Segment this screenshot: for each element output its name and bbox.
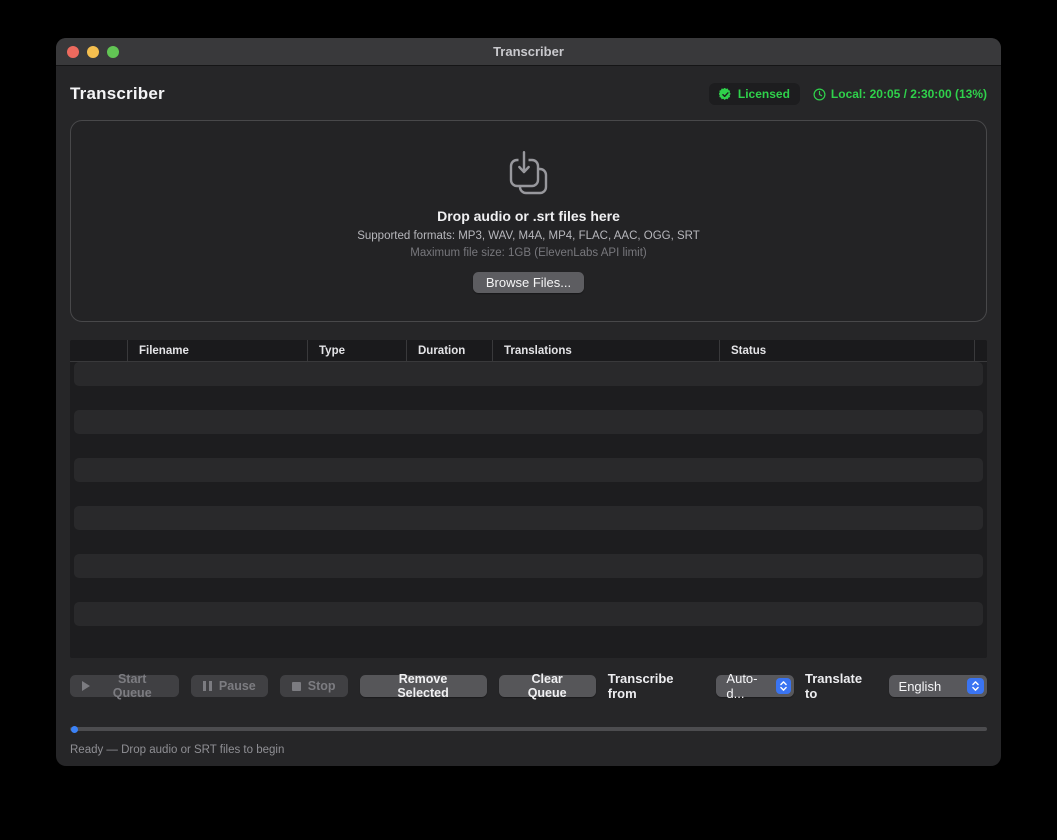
stop-button[interactable]: Stop bbox=[280, 675, 348, 697]
drop-zone-title: Drop audio or .srt files here bbox=[437, 208, 620, 224]
title-bar[interactable]: Transcriber bbox=[56, 38, 1001, 66]
start-queue-label: Start Queue bbox=[97, 672, 167, 700]
supported-formats-text: Supported formats: MP3, WAV, M4A, MP4, F… bbox=[357, 230, 700, 242]
license-badge-label: Licensed bbox=[738, 87, 790, 101]
table-row[interactable] bbox=[74, 530, 983, 554]
pause-button[interactable]: Pause bbox=[191, 675, 267, 697]
table-row[interactable] bbox=[74, 410, 983, 434]
table-row[interactable] bbox=[74, 482, 983, 506]
table-body bbox=[70, 362, 987, 658]
page-title: Transcriber bbox=[70, 84, 165, 104]
stop-icon bbox=[292, 682, 301, 691]
pause-label: Pause bbox=[219, 679, 256, 693]
table-header: Filename Type Duration Translations Stat… bbox=[70, 340, 987, 362]
table-row[interactable] bbox=[74, 554, 983, 578]
clock-icon bbox=[813, 88, 826, 101]
license-badge: Licensed bbox=[709, 83, 800, 105]
transcribe-from-label: Transcribe from bbox=[608, 671, 706, 701]
max-file-size-text: Maximum file size: 1GB (ElevenLabs API l… bbox=[410, 247, 646, 259]
status-bar: Ready — Drop audio or SRT files to begin bbox=[70, 744, 987, 756]
stop-label: Stop bbox=[308, 679, 336, 693]
column-header-type[interactable]: Type bbox=[308, 340, 407, 361]
app-header: Transcriber Licensed Local: 20:05 / 2:30… bbox=[70, 80, 987, 108]
table-row[interactable] bbox=[74, 602, 983, 626]
column-header-filename[interactable]: Filename bbox=[128, 340, 308, 361]
translate-to-select[interactable]: English bbox=[889, 675, 987, 697]
queue-table: Filename Type Duration Translations Stat… bbox=[70, 340, 987, 658]
table-row[interactable] bbox=[74, 386, 983, 410]
table-row[interactable] bbox=[74, 626, 983, 650]
file-drop-zone[interactable]: Drop audio or .srt files here Supported … bbox=[70, 120, 987, 322]
browse-files-button[interactable]: Browse Files... bbox=[473, 272, 584, 293]
column-header-translations[interactable]: Translations bbox=[493, 340, 720, 361]
popup-chevrons-icon bbox=[776, 678, 791, 694]
table-row[interactable] bbox=[74, 506, 983, 530]
translate-to-label: Translate to bbox=[805, 671, 878, 701]
popup-chevrons-icon bbox=[967, 678, 984, 694]
usage-indicator: Local: 20:05 / 2:30:00 (13%) bbox=[813, 87, 987, 101]
translate-to-value: English bbox=[899, 679, 942, 694]
pause-icon bbox=[203, 681, 212, 691]
window-title: Transcriber bbox=[56, 44, 1001, 59]
checkmark-seal-icon bbox=[719, 88, 732, 101]
play-icon bbox=[82, 681, 90, 691]
table-row[interactable] bbox=[74, 434, 983, 458]
start-queue-button[interactable]: Start Queue bbox=[70, 675, 179, 697]
column-header-icon[interactable] bbox=[70, 340, 128, 361]
progress-indicator bbox=[71, 726, 78, 733]
table-row[interactable] bbox=[74, 362, 983, 386]
table-row[interactable] bbox=[74, 578, 983, 602]
queue-progress-bar bbox=[70, 727, 987, 731]
clear-queue-button[interactable]: Clear Queue bbox=[499, 675, 596, 697]
column-header-status[interactable]: Status bbox=[720, 340, 975, 361]
column-header-duration[interactable]: Duration bbox=[407, 340, 493, 361]
transcribe-from-select[interactable]: Auto-d... bbox=[716, 675, 794, 697]
queue-toolbar: Start Queue Pause Stop Remove Selected C… bbox=[70, 671, 987, 701]
transcribe-from-value: Auto-d... bbox=[726, 671, 768, 701]
remove-selected-button[interactable]: Remove Selected bbox=[360, 675, 487, 697]
app-window: Transcriber Transcriber Licensed bbox=[56, 38, 1001, 766]
download-tray-icon bbox=[506, 150, 552, 196]
window-content: Transcriber Licensed Local: 20:05 / 2:30… bbox=[56, 66, 1001, 766]
table-row[interactable] bbox=[74, 458, 983, 482]
usage-text: Local: 20:05 / 2:30:00 (13%) bbox=[831, 87, 987, 101]
